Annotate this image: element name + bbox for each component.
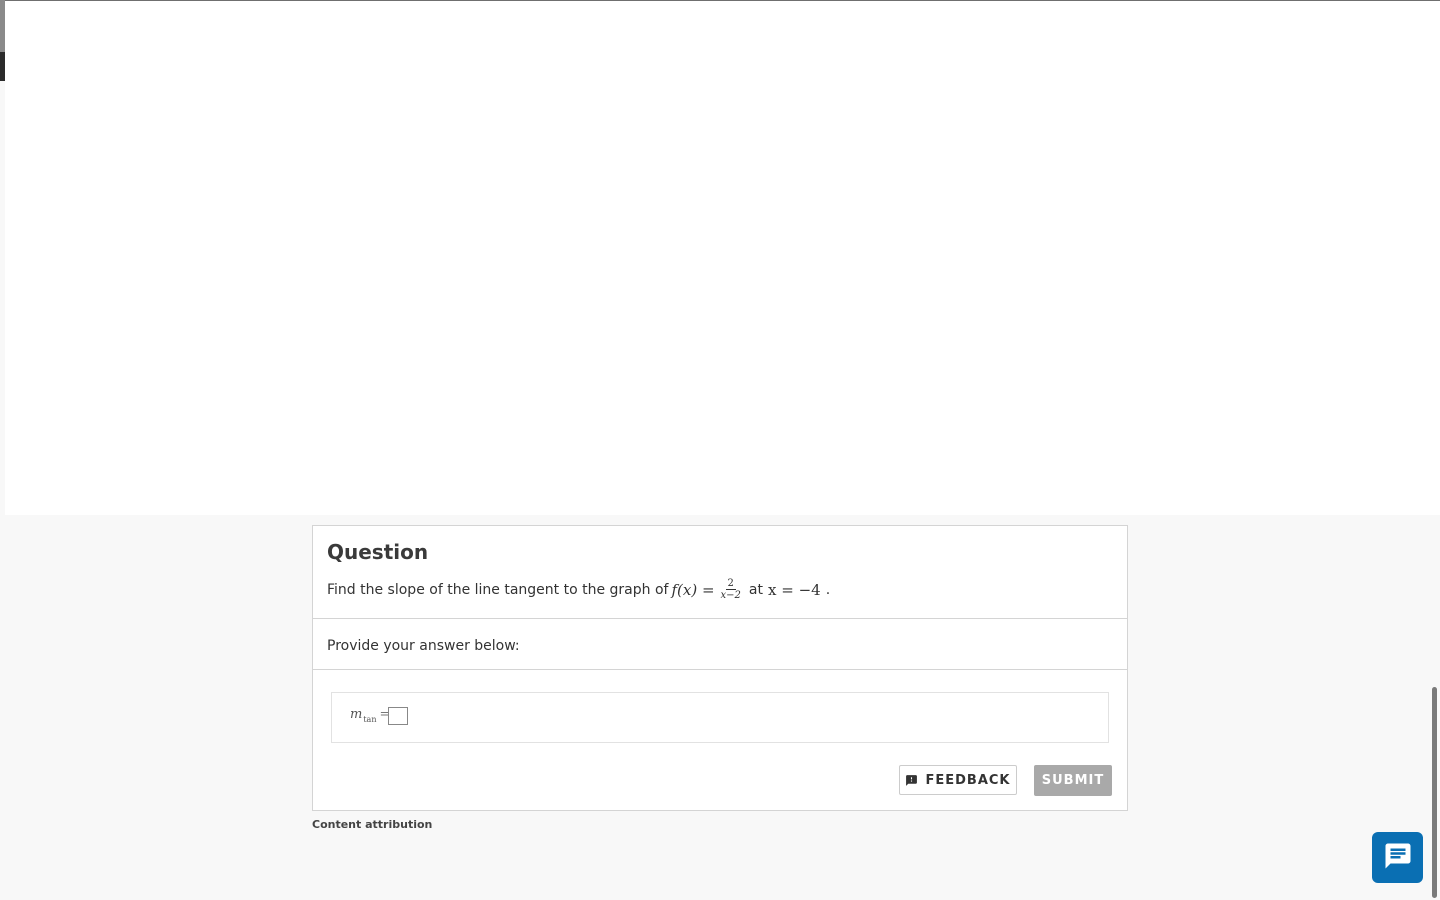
- section-divider: [313, 669, 1127, 670]
- function-fraction: 2 x−2: [719, 578, 743, 601]
- scrollbar-thumb[interactable]: [1432, 687, 1437, 898]
- submit-button[interactable]: SUBMIT: [1034, 765, 1112, 796]
- prompt-period: .: [825, 581, 831, 598]
- function-lhs: f(x) =: [671, 580, 715, 599]
- fraction-denominator: x−2: [720, 590, 741, 601]
- answer-instruction: Provide your answer below:: [327, 638, 520, 654]
- evaluation-point: x = −4: [768, 580, 821, 599]
- at-word: at: [748, 581, 763, 598]
- chat-icon: [1383, 841, 1413, 875]
- answer-area: m tan =: [331, 692, 1109, 743]
- content-attribution-link[interactable]: Content attribution: [312, 818, 432, 831]
- feedback-icon: [905, 774, 918, 787]
- feedback-button[interactable]: FEEDBACK: [899, 765, 1017, 795]
- question-title: Question: [327, 540, 429, 564]
- question-prompt: Find the slope of the line tangent to th…: [327, 578, 830, 601]
- fraction-numerator: 2: [725, 578, 736, 590]
- question-prompt-text: Find the slope of the line tangent to th…: [327, 581, 669, 598]
- feedback-label: FEEDBACK: [925, 772, 1011, 788]
- variable-subscript: tan: [363, 715, 377, 724]
- chat-button[interactable]: [1372, 832, 1423, 883]
- content-frame: [5, 1, 1440, 515]
- question-card: Question Find the slope of the line tang…: [312, 525, 1128, 811]
- variable-m: m: [350, 707, 363, 722]
- answer-variable-label: m tan =: [350, 707, 393, 724]
- answer-input[interactable]: [388, 707, 408, 725]
- section-divider: [313, 618, 1127, 619]
